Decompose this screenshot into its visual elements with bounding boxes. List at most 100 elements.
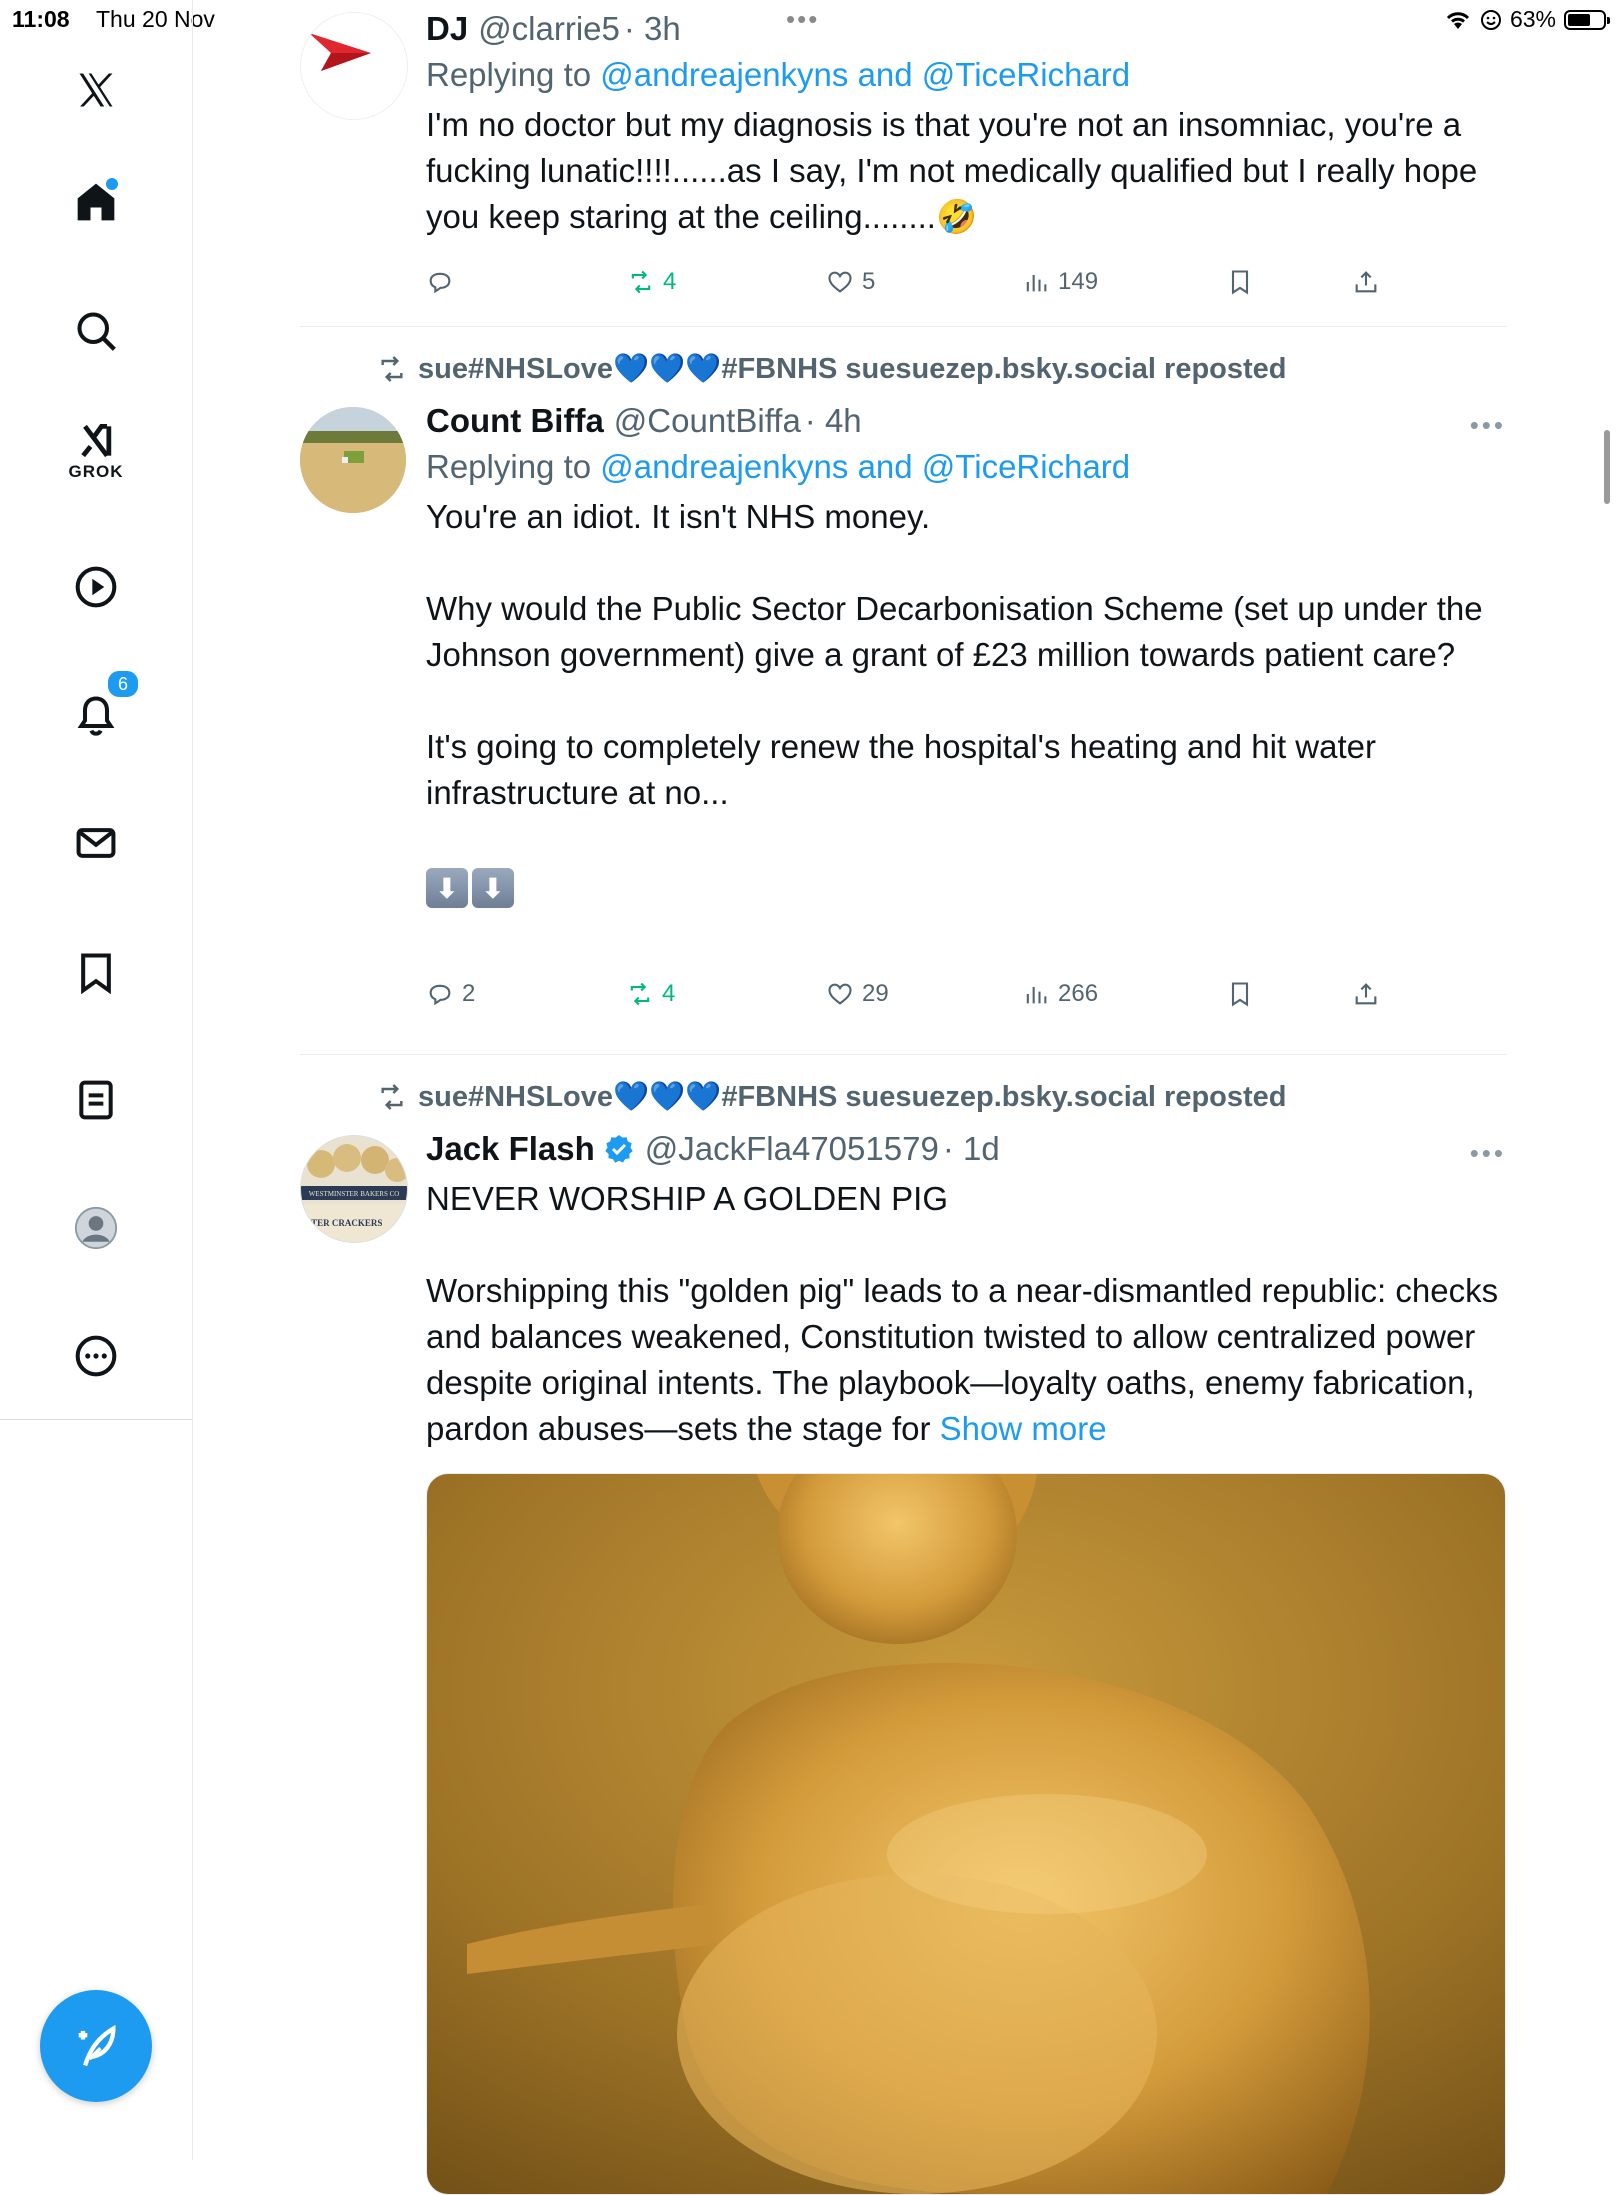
user-handle[interactable]: @JackFla47051579 xyxy=(645,1130,939,1168)
verified-badge-icon xyxy=(605,1135,633,1163)
down-arrow-emoji: ⬇ xyxy=(472,868,514,908)
repost-context[interactable]: sue#NHSLove💙💙💙#FBNHS suesuezep.bsky.soci… xyxy=(376,352,1287,386)
user-handle[interactable]: @CountBiffa xyxy=(614,402,801,440)
search-icon[interactable] xyxy=(66,301,126,361)
reply-count: 2 xyxy=(462,980,476,1007)
avatar-brand-text: WESTMINSTER BAKERS CO xyxy=(309,1190,400,1198)
heart-icon xyxy=(828,271,852,293)
replying-to: Replying to @andreajenkyns and @TiceRich… xyxy=(426,448,1506,486)
compose-feather-icon xyxy=(78,2024,116,2067)
reply-icon xyxy=(429,984,451,1006)
tweet-header: DJ @clarrie5 · 3h xyxy=(426,10,1506,48)
tweet-header: Count Biffa @CountBiffa · 4h xyxy=(426,402,1506,440)
tweet-text: You're an idiot. It isn't NHS money. Why… xyxy=(426,498,1483,811)
share-icon xyxy=(1355,271,1377,293)
display-name[interactable]: Jack Flash xyxy=(426,1130,595,1168)
repost-button[interactable]: 4 xyxy=(627,268,676,296)
avatar[interactable] xyxy=(300,407,406,513)
tweet-time[interactable]: · 4h xyxy=(805,402,862,440)
sidebar-divider xyxy=(0,1419,192,1420)
views-button[interactable]: 149 xyxy=(1022,268,1098,296)
bookmark-button[interactable] xyxy=(1226,980,1254,1008)
reposted-by: sue#NHSLove💙💙💙#FBNHS suesuezep.bsky.soci… xyxy=(418,353,1287,385)
tweet-divider xyxy=(300,326,1506,327)
replying-to-users[interactable]: @andreajenkyns and @TiceRichard xyxy=(600,448,1130,485)
bookmarks-icon[interactable] xyxy=(66,942,126,1002)
bookmark-icon xyxy=(1231,270,1249,295)
display-name[interactable]: Count Biffa xyxy=(426,402,604,440)
views-icon xyxy=(1026,987,1047,1004)
share-button[interactable] xyxy=(1352,268,1380,296)
replying-to-prefix: Replying to xyxy=(426,448,601,485)
timeline-feed[interactable]: DJ @clarrie5 · 3h Replying to @andreajen… xyxy=(192,0,1620,2195)
avatar[interactable] xyxy=(300,12,408,120)
media-photo xyxy=(427,1474,1505,2194)
tweet[interactable]: sue#NHSLove💙💙💙#FBNHS suesuezep.bsky.soci… xyxy=(300,352,1506,1052)
views-count: 149 xyxy=(1058,268,1099,295)
home-icon[interactable] xyxy=(66,172,126,232)
repost-icon xyxy=(630,982,650,1006)
bookmark-button[interactable] xyxy=(1226,268,1254,296)
notifications-icon[interactable]: 6 xyxy=(66,669,140,745)
bookmark-icon xyxy=(1231,982,1249,1007)
avatar-product-text: NSTER CRACKERS xyxy=(301,1218,382,1228)
tweet-text-body: NEVER WORSHIP A GOLDEN PIG Worshipping t… xyxy=(426,1180,1499,1447)
reply-button[interactable]: 2 xyxy=(426,980,475,1008)
repost-count: 4 xyxy=(663,268,677,295)
repost-button[interactable]: 4 xyxy=(626,980,675,1008)
reply-button[interactable] xyxy=(426,268,462,296)
repost-context[interactable]: sue#NHSLove💙💙💙#FBNHS suesuezep.bsky.soci… xyxy=(376,1080,1287,1114)
tweet-divider xyxy=(300,1054,1506,1055)
sidebar: GROK 6 xyxy=(0,0,193,2160)
replying-to: Replying to @andreajenkyns and @TiceRich… xyxy=(426,56,1506,94)
like-button[interactable]: 29 xyxy=(826,980,889,1008)
repost-icon xyxy=(381,1084,403,1110)
scrollbar-thumb[interactable] xyxy=(1604,430,1610,504)
tweet-actions: 2 4 29 266 xyxy=(426,980,1506,1020)
home-unread-dot xyxy=(106,178,118,190)
show-more-link[interactable]: Show more xyxy=(940,1410,1107,1447)
messages-icon[interactable] xyxy=(66,813,126,873)
views-button[interactable]: 266 xyxy=(1022,980,1098,1008)
avatar[interactable]: WESTMINSTER BAKERS CO NSTER CRACKERS xyxy=(300,1135,408,1243)
tweet-media-image[interactable] xyxy=(426,1473,1506,2195)
tweet-text: I'm no doctor but my diagnosis is that y… xyxy=(426,106,1487,235)
repost-icon xyxy=(631,270,651,294)
display-name[interactable]: DJ xyxy=(426,10,468,48)
repost-count: 4 xyxy=(662,980,676,1007)
down-arrow-emoji: ⬇ xyxy=(426,868,468,908)
reposted-by: sue#NHSLove💙💙💙#FBNHS suesuezep.bsky.soci… xyxy=(418,1081,1287,1113)
views-count: 266 xyxy=(1058,980,1099,1007)
views-icon xyxy=(1026,275,1047,292)
lists-icon[interactable] xyxy=(66,1070,126,1130)
tweet[interactable]: sue#NHSLove💙💙💙#FBNHS suesuezep.bsky.soci… xyxy=(300,1080,1506,2195)
notifications-badge: 6 xyxy=(106,669,140,699)
share-icon xyxy=(1355,983,1377,1005)
tweet-actions: 4 5 149 xyxy=(426,268,1506,308)
grok-label: GROK xyxy=(68,462,124,481)
x-logo-icon[interactable] xyxy=(66,60,126,120)
repost-icon xyxy=(381,356,403,382)
heart-icon xyxy=(828,983,852,1005)
tweet-text: NEVER WORSHIP A GOLDEN PIG Worshipping t… xyxy=(426,1176,1506,1452)
compose-post-button[interactable] xyxy=(40,1990,152,2102)
tweet-time[interactable]: · 3h xyxy=(624,10,681,48)
like-button[interactable]: 5 xyxy=(826,268,875,296)
reply-icon xyxy=(429,272,451,294)
tweet-time[interactable]: · 1d xyxy=(943,1130,1000,1168)
replying-to-prefix: Replying to xyxy=(426,56,601,93)
emoji-row: ⬇ ⬇ xyxy=(426,868,514,908)
more-options-icon[interactable]: ••• xyxy=(1470,410,1506,441)
tweet[interactable]: DJ @clarrie5 · 3h Replying to @andreajen… xyxy=(300,10,1506,310)
profile-avatar[interactable] xyxy=(66,1198,126,1258)
like-count: 5 xyxy=(862,268,876,295)
more-icon[interactable] xyxy=(66,1326,126,1386)
tweet-header: Jack Flash @JackFla47051579 · 1d xyxy=(426,1130,1506,1168)
user-handle[interactable]: @clarrie5 xyxy=(478,10,620,48)
video-icon[interactable] xyxy=(66,557,126,617)
grok-icon[interactable]: GROK xyxy=(66,420,126,481)
like-count: 29 xyxy=(862,980,889,1007)
share-button[interactable] xyxy=(1352,980,1380,1008)
more-options-icon[interactable]: ••• xyxy=(1470,1138,1506,1169)
replying-to-users[interactable]: @andreajenkyns and @TiceRichard xyxy=(600,56,1130,93)
